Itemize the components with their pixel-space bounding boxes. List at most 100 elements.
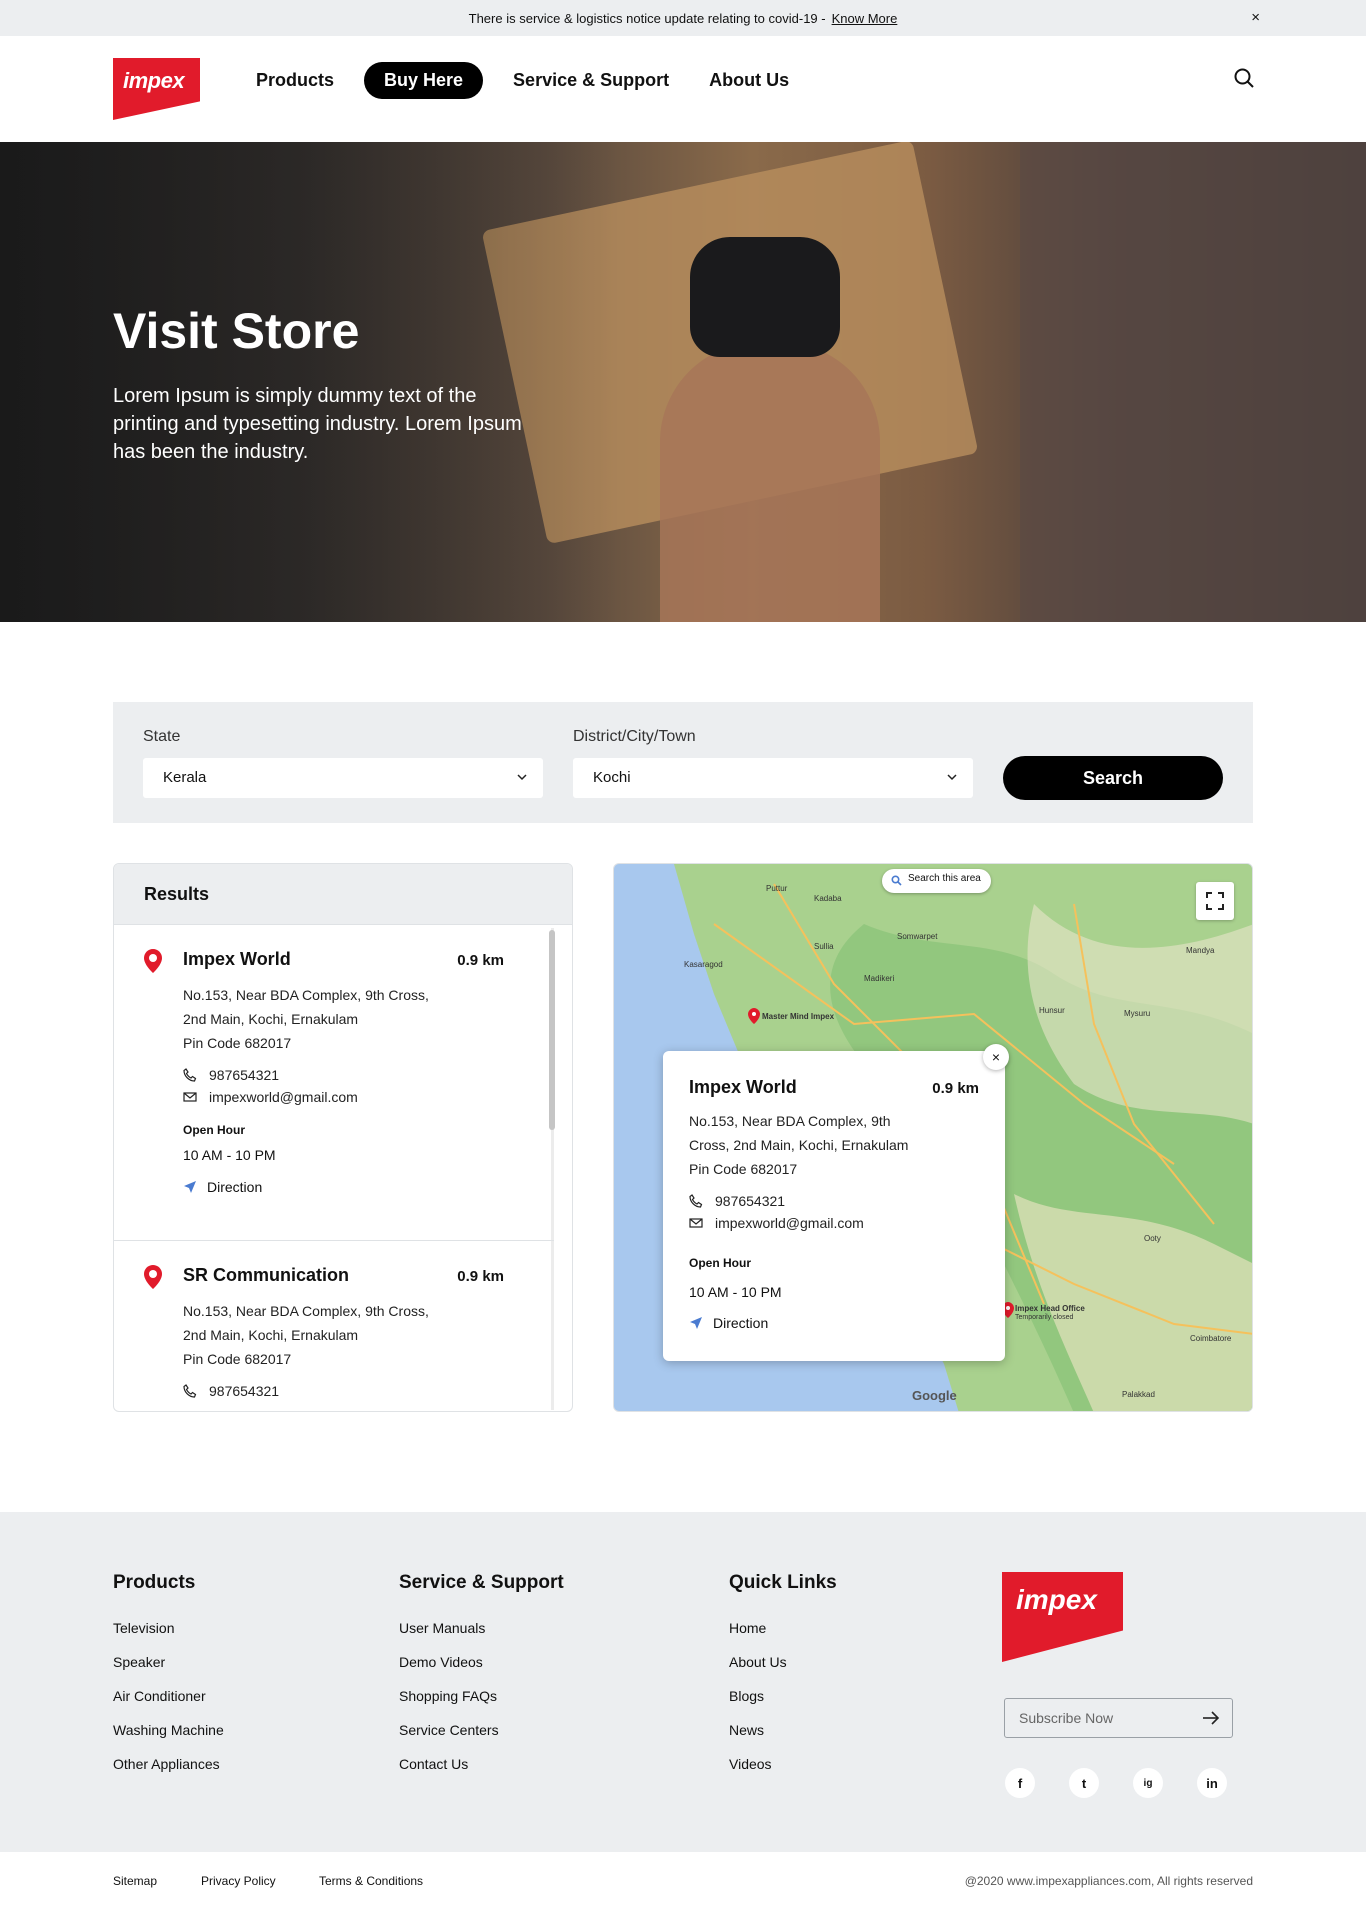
map-label: Madikeri: [864, 974, 895, 983]
state-value: Kerala: [163, 769, 207, 786]
store-phone[interactable]: 987654321: [183, 1383, 279, 1399]
footer-link-other-appliances[interactable]: Other Appliances: [113, 1756, 224, 1772]
footer-link-washing-machine[interactable]: Washing Machine: [113, 1722, 224, 1738]
map-label: Sullia: [814, 942, 834, 951]
footer: Products Television Speaker Air Conditio…: [0, 1512, 1366, 1852]
footer-link-contact-us[interactable]: Contact Us: [399, 1756, 564, 1772]
footer-logo-text: impex: [1016, 1584, 1097, 1615]
store-pin-code: Pin Code 682017: [183, 1351, 292, 1367]
map-pin-icon: [144, 1265, 162, 1289]
subscribe-input[interactable]: Subscribe Now: [1004, 1698, 1233, 1738]
phone-icon: [183, 1384, 197, 1398]
map-info-popup: Impex World 0.9 km No.153, Near BDA Comp…: [663, 1051, 1005, 1361]
sitemap-link[interactable]: Sitemap: [113, 1874, 157, 1888]
twitter-icon[interactable]: t: [1069, 1768, 1099, 1798]
search-icon[interactable]: [1232, 66, 1256, 90]
chevron-down-icon: [517, 774, 527, 781]
phone-icon: [689, 1194, 703, 1208]
map-marker-label: Master Mind Impex: [762, 1012, 835, 1021]
map-marker-icon[interactable]: [748, 1008, 760, 1024]
popup-store-distance: 0.9 km: [932, 1080, 979, 1097]
footer-link-demo-videos[interactable]: Demo Videos: [399, 1654, 564, 1670]
store-map[interactable]: Kasaragod Puttur Kadaba Sullia Somwarpet…: [613, 863, 1253, 1412]
close-icon[interactable]: ×: [1251, 9, 1260, 26]
facebook-icon[interactable]: f: [1005, 1768, 1035, 1798]
map-label: Kasaragod: [684, 960, 723, 969]
store-pin-code: Pin Code 682017: [183, 1035, 292, 1051]
footer-link-television[interactable]: Television: [113, 1620, 224, 1636]
footer-link-videos[interactable]: Videos: [729, 1756, 837, 1772]
footer-link-service-centers[interactable]: Service Centers: [399, 1722, 564, 1738]
footer-link-air-conditioner[interactable]: Air Conditioner: [113, 1688, 224, 1704]
google-logo: Google: [912, 1388, 957, 1403]
navigation-arrow-icon: [184, 1181, 196, 1193]
logo-text: impex: [123, 68, 185, 93]
results-title: Results: [114, 864, 572, 925]
store-distance: 0.9 km: [457, 1268, 504, 1285]
footer-logo[interactable]: impex: [1002, 1572, 1123, 1662]
hero-text: Lorem Ipsum is simply dummy text of the …: [113, 385, 522, 463]
nav-about-us[interactable]: About Us: [689, 62, 809, 99]
district-select[interactable]: Kochi: [573, 758, 973, 798]
search-this-area-button[interactable]: Search this area: [882, 869, 991, 893]
state-select[interactable]: Kerala: [143, 758, 543, 798]
footer-link-shopping-faqs[interactable]: Shopping FAQs: [399, 1688, 564, 1704]
footer-link-user-manuals[interactable]: User Manuals: [399, 1620, 564, 1636]
know-more-link[interactable]: Know More: [832, 11, 898, 26]
popup-direction-link[interactable]: Direction: [689, 1315, 768, 1331]
popup-open-hour-label: Open Hour: [689, 1256, 751, 1270]
nav-buy-here[interactable]: Buy Here: [364, 62, 484, 99]
terms-link[interactable]: Terms & Conditions: [319, 1874, 423, 1888]
footer-service: Service & Support User Manuals Demo Vide…: [399, 1572, 564, 1790]
search-this-area-label: Search this area: [908, 873, 981, 884]
map-label: Ooty: [1144, 1234, 1161, 1243]
copyright: @2020 www.impexappliances.com, All right…: [964, 1874, 1253, 1888]
instagram-icon[interactable]: ig: [1133, 1768, 1163, 1798]
search-icon: [891, 875, 902, 886]
fullscreen-button[interactable]: [1196, 882, 1234, 920]
store-item[interactable]: SR Communication 0.9 km No.153, Near BDA…: [114, 1241, 554, 1411]
popup-phone[interactable]: 987654321: [689, 1193, 785, 1209]
store-email[interactable]: impexworld@gmail.com: [183, 1089, 358, 1105]
store-phone-number: 987654321: [209, 1067, 280, 1083]
footer-link-speaker[interactable]: Speaker: [113, 1654, 224, 1670]
direction-link[interactable]: Direction: [183, 1179, 262, 1195]
popup-direction-label: Direction: [713, 1315, 769, 1331]
linkedin-icon[interactable]: in: [1197, 1768, 1227, 1798]
popup-phone-number: 987654321: [715, 1193, 786, 1209]
state-label: State: [143, 728, 181, 745]
subscribe-placeholder: Subscribe Now: [1019, 1710, 1114, 1726]
hero-bg-shape: [1020, 142, 1366, 622]
close-icon[interactable]: ×: [983, 1044, 1009, 1070]
main-nav: Products Buy Here Service & Support Abou…: [236, 62, 809, 99]
popup-email[interactable]: impexworld@gmail.com: [689, 1215, 864, 1231]
map-marker-label: Impex Head Office: [1015, 1304, 1085, 1313]
district-label: District/City/Town: [573, 728, 696, 745]
privacy-policy-link[interactable]: Privacy Policy: [201, 1874, 276, 1888]
arrow-right-icon[interactable]: [1202, 1711, 1220, 1725]
search-button[interactable]: Search: [1003, 756, 1223, 800]
hero-scanner-image: [690, 237, 840, 357]
chevron-down-icon: [947, 774, 957, 781]
notice-bar: There is service & logistics notice upda…: [0, 0, 1366, 36]
logo[interactable]: impex: [113, 58, 200, 120]
nav-products[interactable]: Products: [236, 62, 354, 99]
footer-link-home[interactable]: Home: [729, 1620, 837, 1636]
store-address: No.153, Near BDA Complex, 9th Cross, 2nd…: [183, 1299, 443, 1371]
footer-quick-title: Quick Links: [729, 1572, 837, 1593]
nav-service-support[interactable]: Service & Support: [493, 62, 689, 99]
map-label: Kadaba: [814, 894, 842, 903]
store-filter: State Kerala District/City/Town Kochi Se…: [113, 702, 1253, 823]
footer-link-blogs[interactable]: Blogs: [729, 1688, 837, 1704]
map-label: Coimbatore: [1190, 1334, 1232, 1343]
map-label: Mandya: [1186, 946, 1215, 955]
footer-link-about-us[interactable]: About Us: [729, 1654, 837, 1670]
store-email-address: impexworld@gmail.com: [209, 1089, 358, 1105]
footer-products: Products Television Speaker Air Conditio…: [113, 1572, 224, 1790]
page-title: Visit Store: [113, 303, 360, 359]
store-address: No.153, Near BDA Complex, 9th Cross, 2nd…: [183, 983, 443, 1055]
store-phone[interactable]: 987654321: [183, 1067, 279, 1083]
footer-products-title: Products: [113, 1572, 196, 1593]
map-label: Puttur: [766, 884, 788, 893]
footer-link-news[interactable]: News: [729, 1722, 837, 1738]
